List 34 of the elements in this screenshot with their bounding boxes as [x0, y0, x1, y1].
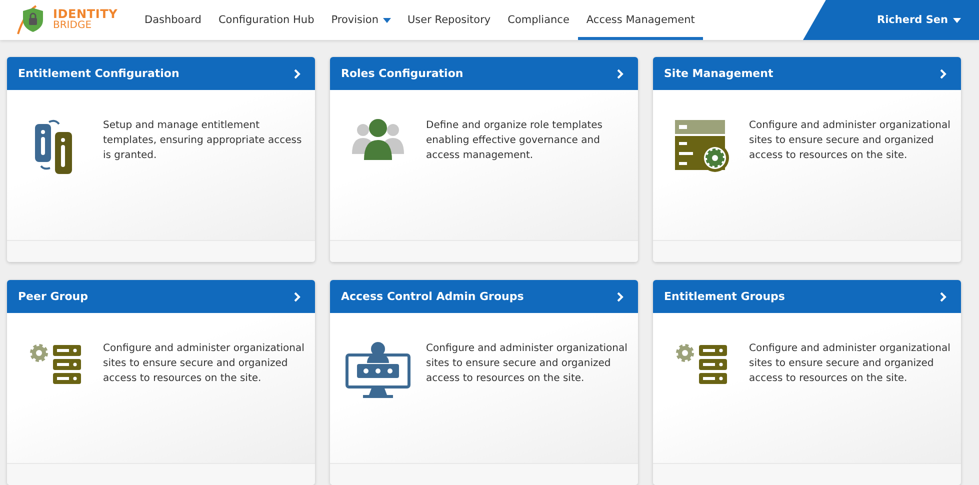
chevron-right-icon [617, 292, 624, 302]
card-description: Define and organize role templates enabling effective governance and access management. [426, 119, 604, 163]
server-gear-icon [673, 118, 729, 174]
card-header[interactable]: Entitlement Configuration [7, 57, 315, 90]
nav-tab[interactable]: User Repository [399, 0, 500, 40]
chevron-right-icon [940, 292, 947, 302]
logo-wordmark: IDENTITY [53, 8, 118, 20]
user-group-icon [352, 118, 404, 162]
card-description: Setup and manage entitlement templates, ensuring appropriate access is granted. [103, 119, 303, 163]
card-header[interactable]: Roles Configuration [330, 57, 638, 90]
chevron-right-icon [294, 292, 301, 302]
nav-tab[interactable]: Dashboard [136, 0, 210, 40]
card-header[interactable]: Peer Group [7, 280, 315, 313]
logo-subtitle: BRIDGE [53, 20, 93, 32]
nav-tab[interactable]: Provision [322, 0, 399, 40]
card-description: Configure and administer organizational sites to ensure secure and organized access to resources on the site. [749, 119, 952, 163]
chevron-right-icon [617, 68, 624, 78]
card-header[interactable]: Site Management [653, 57, 961, 90]
server-gear-icon [673, 341, 729, 385]
nav-tab[interactable]: Access Management [578, 0, 704, 40]
server-gear-icon [27, 341, 83, 385]
chevron-right-icon [294, 68, 301, 78]
nav-tab[interactable]: Configuration Hub [210, 0, 323, 40]
nav-tab[interactable]: Compliance [499, 0, 578, 40]
card-description: Configure and administer organizational sites to ensure secure and organized access to resources on the site. [426, 342, 628, 386]
card-description: Configure and administer organizational sites to ensure secure and organized access to resources on the site. [103, 342, 306, 386]
card-header[interactable]: Access Control Admin Groups [330, 280, 638, 313]
card-header[interactable]: Entitlement Groups [653, 280, 961, 313]
user-menu-button[interactable]: Richerd Sen [876, 14, 961, 26]
caret-icon [953, 18, 961, 22]
card-description: Configure and administer organizational sites to ensure secure and organized access to resources on the site. [749, 342, 952, 386]
monitor-password-icon [345, 341, 411, 399]
caret-icon [382, 18, 390, 22]
chevron-right-icon [940, 68, 947, 78]
